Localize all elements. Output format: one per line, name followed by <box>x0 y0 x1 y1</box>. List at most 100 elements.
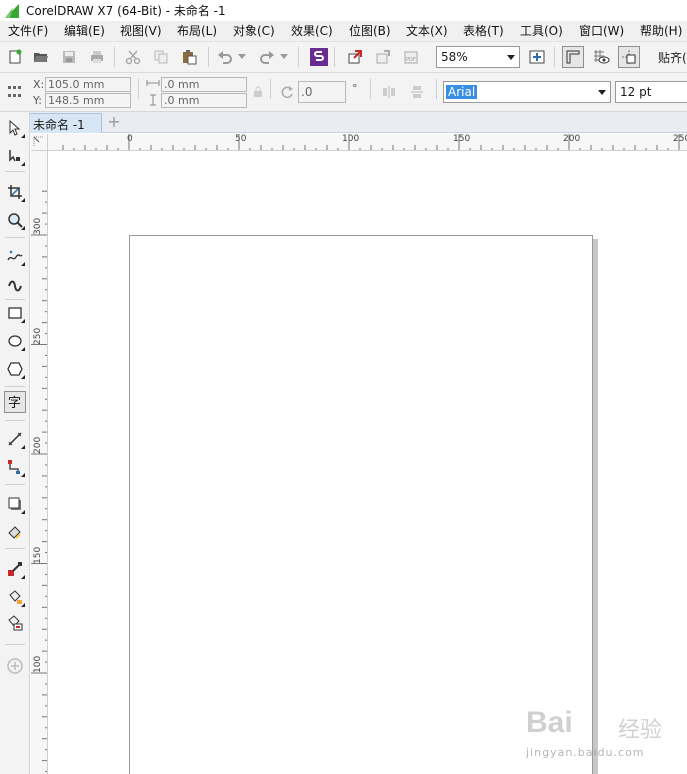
toolbar-separator <box>138 79 139 99</box>
transparency-tool-icon[interactable] <box>4 521 26 543</box>
flyout-corner-icon <box>21 510 25 514</box>
full-screen-preview-icon[interactable] <box>526 46 548 68</box>
menu-view[interactable]: 视图(V) <box>120 21 162 42</box>
y-position-field[interactable]: 148.5 mm <box>45 93 131 108</box>
show-guidelines-icon[interactable] <box>618 46 640 68</box>
watermark-brand: Bai <box>526 706 573 739</box>
mirror-horizontal-icon[interactable] <box>378 81 400 103</box>
color-eyedropper-tool-icon[interactable] <box>4 558 26 580</box>
toolbox-separator <box>5 644 25 645</box>
pick-tool-icon[interactable] <box>4 117 26 139</box>
print-icon[interactable] <box>86 46 108 68</box>
menu-tools[interactable]: 工具(O) <box>520 21 563 42</box>
customize-toolbox-icon[interactable] <box>4 655 26 677</box>
toolbox-separator <box>5 548 25 549</box>
title-bar: CorelDRAW X7 (64-Bit) - 未命名 -1 <box>0 0 687 21</box>
toolbar-separator <box>298 47 299 67</box>
menu-bitmap[interactable]: 位图(B) <box>349 21 391 42</box>
flyout-corner-icon <box>21 575 25 579</box>
polygon-tool-icon[interactable] <box>4 358 26 380</box>
freehand-tool-icon[interactable] <box>4 245 26 267</box>
object-height-field[interactable]: .0 mm <box>161 93 247 108</box>
show-rulers-icon[interactable] <box>562 46 584 68</box>
toolbox-separator <box>5 420 25 421</box>
flyout-corner-icon <box>21 603 25 607</box>
menu-help[interactable]: 帮助(H) <box>640 21 682 42</box>
document-page[interactable] <box>129 235 593 774</box>
font-family-select[interactable]: Arial <box>443 81 611 103</box>
watermark-chinese: 经验 <box>618 718 663 743</box>
publish-pdf-icon[interactable]: PDF <box>400 46 422 68</box>
menu-edit[interactable]: 编辑(E) <box>64 21 105 42</box>
toolbar-separator <box>334 47 335 67</box>
artistic-media-tool-icon[interactable] <box>4 273 26 295</box>
flyout-corner-icon <box>21 473 25 477</box>
window-title: CorelDRAW X7 (64-Bit) - 未命名 -1 <box>26 4 226 18</box>
parallel-dimension-tool-icon[interactable] <box>4 428 26 450</box>
flyout-corner-icon <box>21 262 25 266</box>
watermark-url: jingyan.baidu.com <box>526 746 645 759</box>
shape-tool-icon[interactable] <box>4 145 26 167</box>
connector-tool-icon[interactable] <box>4 456 26 478</box>
snap-to-dropdown[interactable]: 贴齐( <box>658 49 687 66</box>
smart-fill-tool-icon[interactable] <box>4 612 26 634</box>
chevron-down-icon <box>598 90 606 95</box>
redo-icon[interactable] <box>256 46 278 68</box>
search-content-icon[interactable] <box>308 46 330 68</box>
flyout-corner-icon <box>21 445 25 449</box>
open-folder-icon[interactable] <box>30 46 52 68</box>
svg-text:PDF: PDF <box>406 57 416 63</box>
document-tab[interactable]: 未命名 -1 <box>28 113 102 133</box>
x-position-field[interactable]: 105.0 mm <box>45 77 131 92</box>
coreldraw-logo-icon <box>4 2 20 19</box>
add-document-tab-button[interactable]: + <box>106 114 122 130</box>
flyout-corner-icon <box>21 347 25 351</box>
page-shadow <box>593 239 598 774</box>
menu-layout[interactable]: 布局(L) <box>177 21 217 42</box>
document-tab-bar <box>0 112 687 133</box>
menu-object[interactable]: 对象(C) <box>233 21 275 42</box>
document-tab-label: 未命名 -1 <box>33 118 85 132</box>
redo-dropdown-icon[interactable] <box>278 46 290 68</box>
width-icon <box>146 78 160 91</box>
menu-file[interactable]: 文件(F) <box>8 21 48 42</box>
interactive-fill-tool-icon[interactable] <box>4 586 26 608</box>
rotation-angle-field[interactable]: .0 <box>298 81 346 103</box>
toolbar-separator <box>436 79 437 99</box>
toolbox-separator <box>5 299 25 300</box>
font-size-field[interactable]: 12 pt <box>615 81 687 103</box>
save-icon[interactable] <box>58 46 80 68</box>
height-icon <box>148 94 158 109</box>
drop-shadow-tool-icon[interactable] <box>4 493 26 515</box>
export-icon[interactable] <box>372 46 394 68</box>
text-tool-icon[interactable]: 字 <box>4 391 26 413</box>
vertical-ruler[interactable]: 300 250 200 150 100 <box>31 151 48 774</box>
new-document-icon[interactable] <box>4 46 26 68</box>
undo-icon[interactable] <box>214 46 236 68</box>
toolbox-separator <box>5 171 25 172</box>
object-width-field[interactable]: .0 mm <box>161 77 247 92</box>
flyout-corner-icon <box>21 134 25 138</box>
menu-window[interactable]: 窗口(W) <box>579 21 624 42</box>
ruler-origin-corner[interactable] <box>31 134 48 151</box>
crop-tool-icon[interactable] <box>4 181 26 203</box>
svg-text:字: 字 <box>8 396 21 410</box>
page-size-presets-icon[interactable] <box>4 81 26 103</box>
mirror-vertical-icon[interactable] <box>406 81 428 103</box>
menu-text[interactable]: 文本(X) <box>406 21 448 42</box>
ellipse-tool-icon[interactable] <box>4 330 26 352</box>
rectangle-tool-icon[interactable] <box>4 302 26 324</box>
import-icon[interactable] <box>344 46 366 68</box>
copy-icon[interactable] <box>150 46 172 68</box>
menu-effects[interactable]: 效果(C) <box>291 21 333 42</box>
menu-table[interactable]: 表格(T) <box>463 21 504 42</box>
zoom-tool-icon[interactable] <box>4 209 26 231</box>
cut-icon[interactable] <box>122 46 144 68</box>
paste-icon[interactable] <box>178 46 200 68</box>
view-grid-icon[interactable] <box>590 46 612 68</box>
x-position-label: X: <box>33 78 45 91</box>
horizontal-ruler[interactable]: 0 50 100 150 200 250 <box>48 134 687 151</box>
zoom-level-select[interactable]: 58% <box>436 46 520 68</box>
lock-ratio-icon[interactable] <box>251 81 265 103</box>
undo-dropdown-icon[interactable] <box>236 46 248 68</box>
